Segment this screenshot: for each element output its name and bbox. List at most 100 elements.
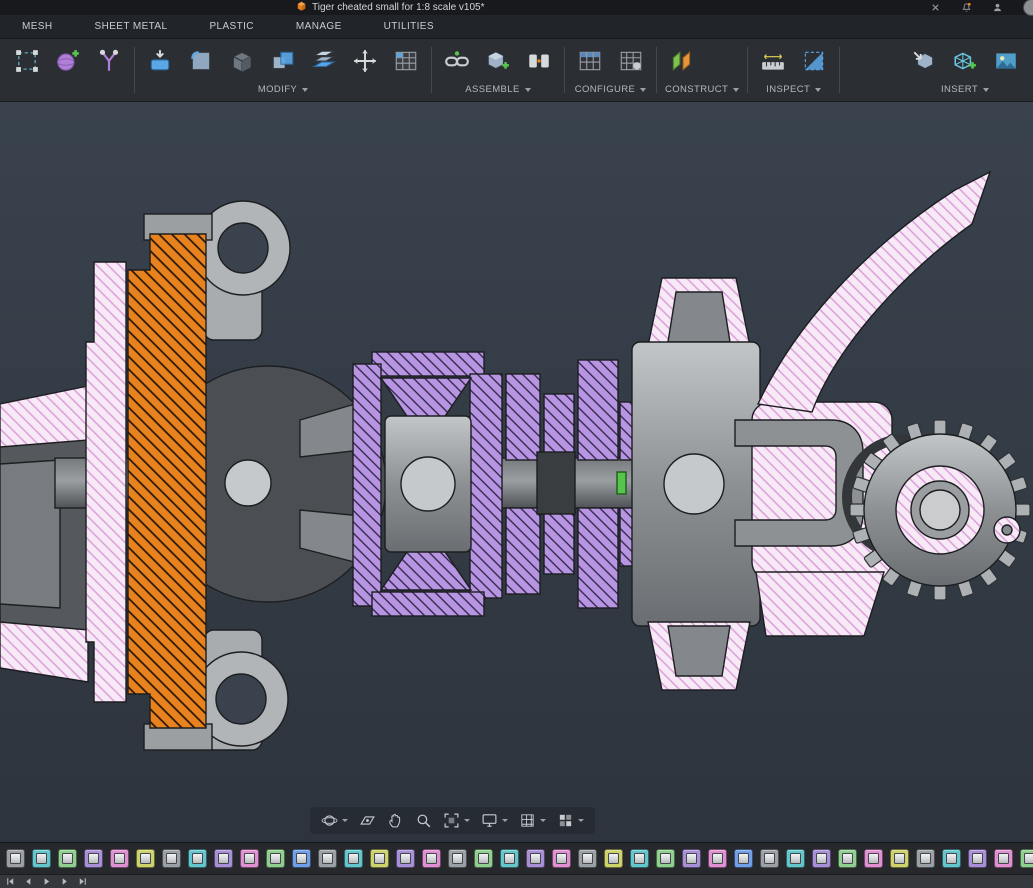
chevron-down-icon bbox=[983, 87, 990, 92]
insert-mesh-button[interactable] bbox=[948, 44, 982, 78]
timeline-feature-16[interactable] bbox=[396, 849, 415, 868]
combine-button[interactable] bbox=[266, 44, 300, 78]
timeline-feature-30[interactable] bbox=[760, 849, 779, 868]
timeline-feature-17[interactable] bbox=[422, 849, 441, 868]
chevron-down-icon[interactable] bbox=[342, 819, 348, 822]
timeline-feature-35[interactable] bbox=[890, 849, 909, 868]
dropdown-configure[interactable]: CONFIGURE bbox=[573, 81, 648, 98]
timeline-feature-3[interactable] bbox=[58, 849, 77, 868]
shell-button[interactable] bbox=[225, 44, 259, 78]
timeline-feature-5[interactable] bbox=[110, 849, 129, 868]
timeline-feature-10[interactable] bbox=[240, 849, 259, 868]
timeline-feature-8[interactable] bbox=[188, 849, 207, 868]
step-forward-button[interactable] bbox=[59, 876, 70, 887]
chevron-down-icon[interactable] bbox=[578, 819, 584, 822]
timeline-feature-20[interactable] bbox=[500, 849, 519, 868]
marquee-select-button[interactable] bbox=[10, 44, 44, 78]
step-back-button[interactable] bbox=[23, 876, 34, 887]
timeline-feature-2[interactable] bbox=[32, 849, 51, 868]
timeline-feature-29[interactable] bbox=[734, 849, 753, 868]
chevron-down-icon[interactable] bbox=[464, 819, 470, 822]
timeline-feature-23[interactable] bbox=[578, 849, 597, 868]
create-form-button[interactable] bbox=[51, 44, 85, 78]
canvas-image-button[interactable] bbox=[989, 44, 1023, 78]
measure-button[interactable] bbox=[756, 44, 790, 78]
timeline-feature-32[interactable] bbox=[812, 849, 831, 868]
document-cube-icon bbox=[296, 0, 307, 17]
timeline-feature-40[interactable] bbox=[1020, 849, 1033, 868]
notification-bell-icon[interactable] bbox=[961, 2, 972, 13]
dropdown-construct[interactable]: CONSTRUCT bbox=[665, 81, 740, 98]
offset-face-button[interactable] bbox=[307, 44, 341, 78]
timeline-feature-25[interactable] bbox=[630, 849, 649, 868]
timeline-feature-9[interactable] bbox=[214, 849, 233, 868]
pattern-button[interactable] bbox=[389, 44, 423, 78]
dropdown-modify[interactable]: MODIFY bbox=[143, 81, 423, 98]
timeline-feature-24[interactable] bbox=[604, 849, 623, 868]
tab-sheet-metal[interactable]: SHEET METAL bbox=[95, 21, 168, 32]
play-button[interactable] bbox=[41, 876, 52, 887]
display-settings-button[interactable] bbox=[479, 810, 510, 831]
move-copy-button[interactable] bbox=[348, 44, 382, 78]
timeline-feature-33[interactable] bbox=[838, 849, 857, 868]
pan-button[interactable] bbox=[385, 810, 406, 831]
timeline-feature-1[interactable] bbox=[6, 849, 25, 868]
timeline-feature-11[interactable] bbox=[266, 849, 285, 868]
timeline-feature-38[interactable] bbox=[968, 849, 987, 868]
avatar[interactable] bbox=[1023, 0, 1033, 16]
trim-button[interactable] bbox=[92, 44, 126, 78]
timeline-feature-36[interactable] bbox=[916, 849, 935, 868]
timeline-feature-14[interactable] bbox=[344, 849, 363, 868]
view-navigation-toolbar bbox=[310, 807, 595, 834]
timeline-feature-22[interactable] bbox=[552, 849, 571, 868]
timeline-feature-18[interactable] bbox=[448, 849, 467, 868]
timeline-feature-31[interactable] bbox=[786, 849, 805, 868]
config-table-button[interactable] bbox=[573, 44, 607, 78]
fillet-button[interactable] bbox=[184, 44, 218, 78]
go-to-end-button[interactable] bbox=[77, 876, 88, 887]
viewports-button[interactable] bbox=[555, 810, 586, 831]
new-component-button[interactable] bbox=[481, 44, 515, 78]
tab-mesh[interactable]: MESH bbox=[22, 21, 53, 32]
close-icon[interactable] bbox=[930, 2, 941, 13]
dropdown-assemble[interactable]: ASSEMBLE bbox=[440, 81, 556, 98]
toolbar-group-assemble: ASSEMBLE bbox=[434, 39, 562, 101]
timeline-feature-15[interactable] bbox=[370, 849, 389, 868]
tab-plastic[interactable]: PLASTIC bbox=[209, 21, 253, 32]
joint-button[interactable] bbox=[522, 44, 556, 78]
timeline-feature-39[interactable] bbox=[994, 849, 1013, 868]
section-analysis-button[interactable] bbox=[797, 44, 831, 78]
timeline-feature-12[interactable] bbox=[292, 849, 311, 868]
joint-link-button[interactable] bbox=[440, 44, 474, 78]
profile-icon[interactable] bbox=[992, 2, 1003, 13]
press-pull-button[interactable] bbox=[143, 44, 177, 78]
construct-planes-button[interactable] bbox=[665, 44, 699, 78]
fit-button[interactable] bbox=[441, 810, 472, 831]
dropdown-insert[interactable]: INSERT bbox=[907, 81, 1023, 98]
timeline-feature-21[interactable] bbox=[526, 849, 545, 868]
viewport-3d[interactable] bbox=[0, 102, 1033, 842]
config-table2-button[interactable] bbox=[614, 44, 648, 78]
timeline-feature-13[interactable] bbox=[318, 849, 337, 868]
timeline-feature-34[interactable] bbox=[864, 849, 883, 868]
timeline-feature-27[interactable] bbox=[682, 849, 701, 868]
look-at-button[interactable] bbox=[357, 810, 378, 831]
insert-derive-button[interactable] bbox=[907, 44, 941, 78]
timeline-feature-6[interactable] bbox=[136, 849, 155, 868]
tab-utilities[interactable]: UTILITIES bbox=[384, 21, 434, 32]
timeline-feature-4[interactable] bbox=[84, 849, 103, 868]
timeline-feature-26[interactable] bbox=[656, 849, 675, 868]
timeline-feature-19[interactable] bbox=[474, 849, 493, 868]
chevron-down-icon[interactable] bbox=[540, 819, 546, 822]
zoom-button[interactable] bbox=[413, 810, 434, 831]
go-to-start-button[interactable] bbox=[5, 876, 16, 887]
timeline-feature-37[interactable] bbox=[942, 849, 961, 868]
titlebar-actions bbox=[930, 0, 1033, 16]
timeline-feature-7[interactable] bbox=[162, 849, 181, 868]
orbit-button[interactable] bbox=[319, 810, 350, 831]
grid-settings-button[interactable] bbox=[517, 810, 548, 831]
dropdown-inspect[interactable]: INSPECT bbox=[756, 81, 831, 98]
timeline-feature-28[interactable] bbox=[708, 849, 727, 868]
tab-manage[interactable]: MANAGE bbox=[296, 21, 342, 32]
chevron-down-icon[interactable] bbox=[502, 819, 508, 822]
